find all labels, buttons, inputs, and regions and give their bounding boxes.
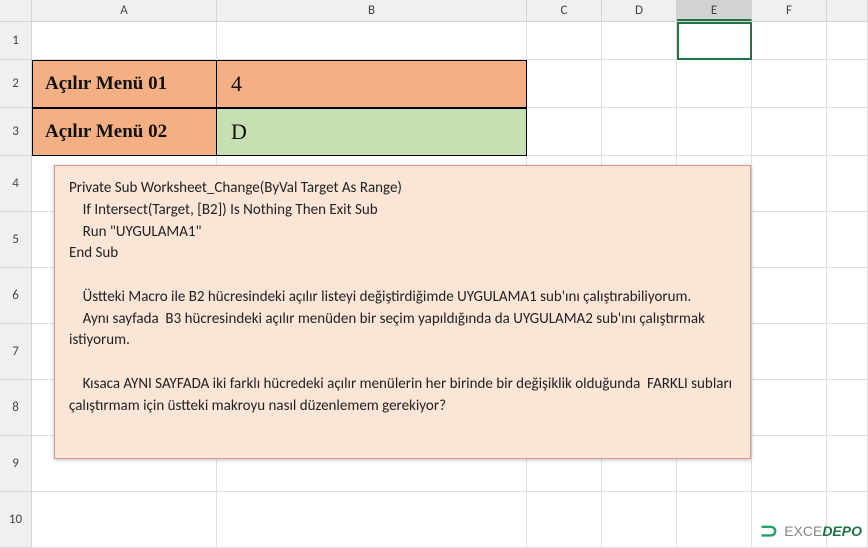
- cell-B1[interactable]: [217, 22, 527, 60]
- row-header-7[interactable]: 7: [0, 324, 32, 380]
- cell-F4[interactable]: [752, 156, 827, 212]
- cell-F1[interactable]: [752, 22, 827, 60]
- cell-E1[interactable]: [677, 22, 752, 60]
- cell-F7[interactable]: [752, 324, 827, 380]
- column-header-D[interactable]: D: [602, 0, 677, 21]
- cell-G7[interactable]: [827, 324, 868, 380]
- row-header-4[interactable]: 4: [0, 156, 32, 212]
- spreadsheet-grid: A B C D E F 1 2 Açılır Menü 01 4: [0, 0, 868, 548]
- cell-A10[interactable]: [32, 492, 217, 548]
- cell-D3[interactable]: [602, 108, 677, 156]
- column-header-B[interactable]: B: [217, 0, 527, 21]
- cell-E10[interactable]: [677, 492, 752, 548]
- cell-B3-dropdown[interactable]: D: [217, 108, 527, 156]
- cell-A2[interactable]: Açılır Menü 01: [32, 60, 217, 108]
- column-header-C[interactable]: C: [527, 0, 602, 21]
- cell-F3[interactable]: [752, 108, 827, 156]
- watermark-icon: ⊃: [760, 520, 778, 542]
- cell-A1[interactable]: [32, 22, 217, 60]
- cell-F8[interactable]: [752, 380, 827, 436]
- cell-B10[interactable]: [217, 492, 527, 548]
- column-header-row: A B C D E F: [0, 0, 868, 22]
- column-header-F[interactable]: F: [752, 0, 827, 21]
- cell-F2[interactable]: [752, 60, 827, 108]
- cell-F5[interactable]: [752, 212, 827, 268]
- cell-A3[interactable]: Açılır Menü 02: [32, 108, 217, 156]
- cell-C3[interactable]: [527, 108, 602, 156]
- select-all-corner[interactable]: [0, 0, 32, 21]
- row-header-1[interactable]: 1: [0, 22, 32, 60]
- cell-G2[interactable]: [827, 60, 868, 108]
- cell-C10[interactable]: [527, 492, 602, 548]
- cell-G6[interactable]: [827, 268, 868, 324]
- cell-G5[interactable]: [827, 212, 868, 268]
- cell-D2[interactable]: [602, 60, 677, 108]
- row-header-10[interactable]: 10: [0, 492, 32, 548]
- row-1: 1: [0, 22, 868, 60]
- cell-E2[interactable]: [677, 60, 752, 108]
- column-header-E[interactable]: E: [677, 0, 752, 21]
- row-header-3[interactable]: 3: [0, 108, 32, 156]
- watermark-text1: EXCEDEPO: [784, 523, 862, 539]
- row-2: 2 Açılır Menü 01 4: [0, 60, 868, 108]
- cell-E3[interactable]: [677, 108, 752, 156]
- column-header-A[interactable]: A: [32, 0, 217, 21]
- cell-F6[interactable]: [752, 268, 827, 324]
- row-header-5[interactable]: 5: [0, 212, 32, 268]
- cell-D10[interactable]: [602, 492, 677, 548]
- vba-note-textbox[interactable]: Private Sub Worksheet_Change(ByVal Targe…: [54, 165, 751, 459]
- column-header-overflow: [827, 0, 868, 21]
- row-header-9[interactable]: 9: [0, 436, 32, 492]
- cell-G3[interactable]: [827, 108, 868, 156]
- row-header-8[interactable]: 8: [0, 380, 32, 436]
- cell-C1[interactable]: [527, 22, 602, 60]
- row-3: 3 Açılır Menü 02 D: [0, 108, 868, 156]
- cell-G4[interactable]: [827, 156, 868, 212]
- cell-C2[interactable]: [527, 60, 602, 108]
- cell-B2-dropdown[interactable]: 4: [217, 60, 527, 108]
- watermark: ⊃ EXCEDEPO: [760, 520, 862, 542]
- cell-D1[interactable]: [602, 22, 677, 60]
- cell-F9[interactable]: [752, 436, 827, 492]
- row-header-6[interactable]: 6: [0, 268, 32, 324]
- cell-G9[interactable]: [827, 436, 868, 492]
- cell-G1[interactable]: [827, 22, 868, 60]
- row-10: 10: [0, 492, 868, 548]
- row-header-2[interactable]: 2: [0, 60, 32, 108]
- cell-G8[interactable]: [827, 380, 868, 436]
